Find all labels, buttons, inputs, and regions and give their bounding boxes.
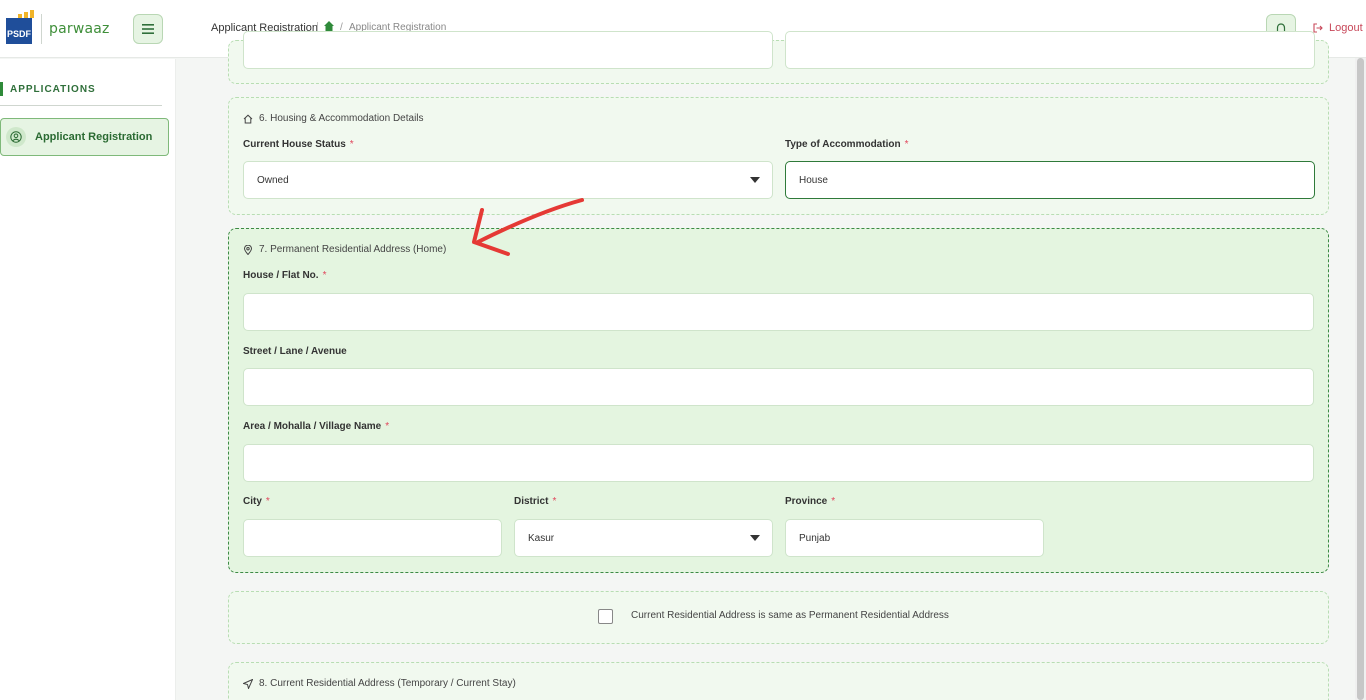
home-icon [243,114,253,123]
permanent-address-section: 7. Permanent Residential Address (Home) … [228,228,1329,573]
logout-icon [1313,23,1323,33]
required-marker: * [322,270,327,281]
province-label: Province * [785,496,835,507]
sidebar-heading-marker [0,82,3,96]
logo-divider [41,14,42,44]
district-label: District * [514,496,556,507]
district-value: Kasur [528,532,555,544]
hamburger-icon [142,24,154,34]
required-marker: * [904,139,909,150]
user-circle-icon [6,127,26,147]
sidebar-heading: APPLICATIONS [10,84,96,95]
housing-section-title: 6. Housing & Accommodation Details [243,113,424,124]
housing-section: 6. Housing & Accommodation Details Curre… [228,97,1329,215]
previous-section [228,31,1329,84]
required-marker: * [265,496,270,507]
district-label-text: District [514,496,549,507]
house-status-label-text: Current House Status [243,139,346,150]
svg-text:PSDF: PSDF [7,29,32,39]
required-marker: * [349,139,354,150]
menu-toggle-button[interactable] [133,14,163,44]
house-flat-label-text: House / Flat No. [243,270,319,281]
annotation-arrow-icon [472,198,584,256]
psdf-logo: PSDF [4,10,40,52]
house-flat-input[interactable] [243,293,1314,331]
required-marker: * [831,496,836,507]
housing-section-title-text: 6. Housing & Accommodation Details [259,113,424,124]
same-address-label[interactable]: Current Residential Address is same as P… [631,610,949,621]
sidebar-item-applicant-registration[interactable]: Applicant Registration [0,118,169,156]
accommodation-label: Type of Accommodation * [785,139,908,150]
required-marker: * [385,421,390,432]
province-label-text: Province [785,496,828,507]
province-value: Punjab [799,532,831,544]
caret-down-icon [750,535,760,541]
scrollbar-thumb[interactable] [1357,58,1364,700]
current-section-title: 8. Current Residential Address (Temporar… [243,678,516,689]
sidebar-item-label: Applicant Registration [35,131,153,143]
navigation-arrow-icon [243,678,253,689]
accommodation-input[interactable]: House [785,161,1315,199]
accommodation-value: House [799,174,828,186]
district-select[interactable]: Kasur [514,519,773,557]
sidebar-divider [0,105,162,106]
street-label-text: Street / Lane / Avenue [243,346,347,357]
caret-down-icon [750,177,760,183]
same-address-section: Current Residential Address is same as P… [228,591,1329,644]
location-pin-icon [243,244,253,255]
required-marker: * [552,496,557,507]
page-scrollbar[interactable] [1355,58,1366,700]
city-label: City * [243,496,270,507]
city-input[interactable] [243,519,502,557]
logout-label: Logout [1329,22,1363,34]
house-flat-label: House / Flat No. * [243,270,326,281]
house-status-value: Owned [257,174,289,186]
accommodation-label-text: Type of Accommodation [785,139,901,150]
previous-section-field-right[interactable] [785,31,1315,69]
current-section-title-text: 8. Current Residential Address (Temporar… [259,678,516,689]
province-input[interactable]: Punjab [785,519,1044,557]
same-address-checkbox[interactable] [598,609,613,624]
home-icon[interactable] [324,21,334,31]
permanent-section-title-text: 7. Permanent Residential Address (Home) [259,244,447,255]
area-input[interactable] [243,444,1314,482]
street-label: Street / Lane / Avenue [243,346,347,357]
sidebar: APPLICATIONS Applicant Registration [0,59,176,700]
logout-link[interactable]: Logout [1313,22,1363,34]
area-label-text: Area / Mohalla / Village Name [243,421,382,432]
current-address-section: 8. Current Residential Address (Temporar… [228,662,1329,700]
street-input[interactable] [243,368,1314,406]
permanent-section-title: 7. Permanent Residential Address (Home) [243,244,446,255]
area-label: Area / Mohalla / Village Name * [243,421,389,432]
brand-name: parwaaz [49,21,110,37]
house-status-label: Current House Status * [243,139,354,150]
previous-section-field-left[interactable] [243,31,773,69]
city-label-text: City [243,496,262,507]
